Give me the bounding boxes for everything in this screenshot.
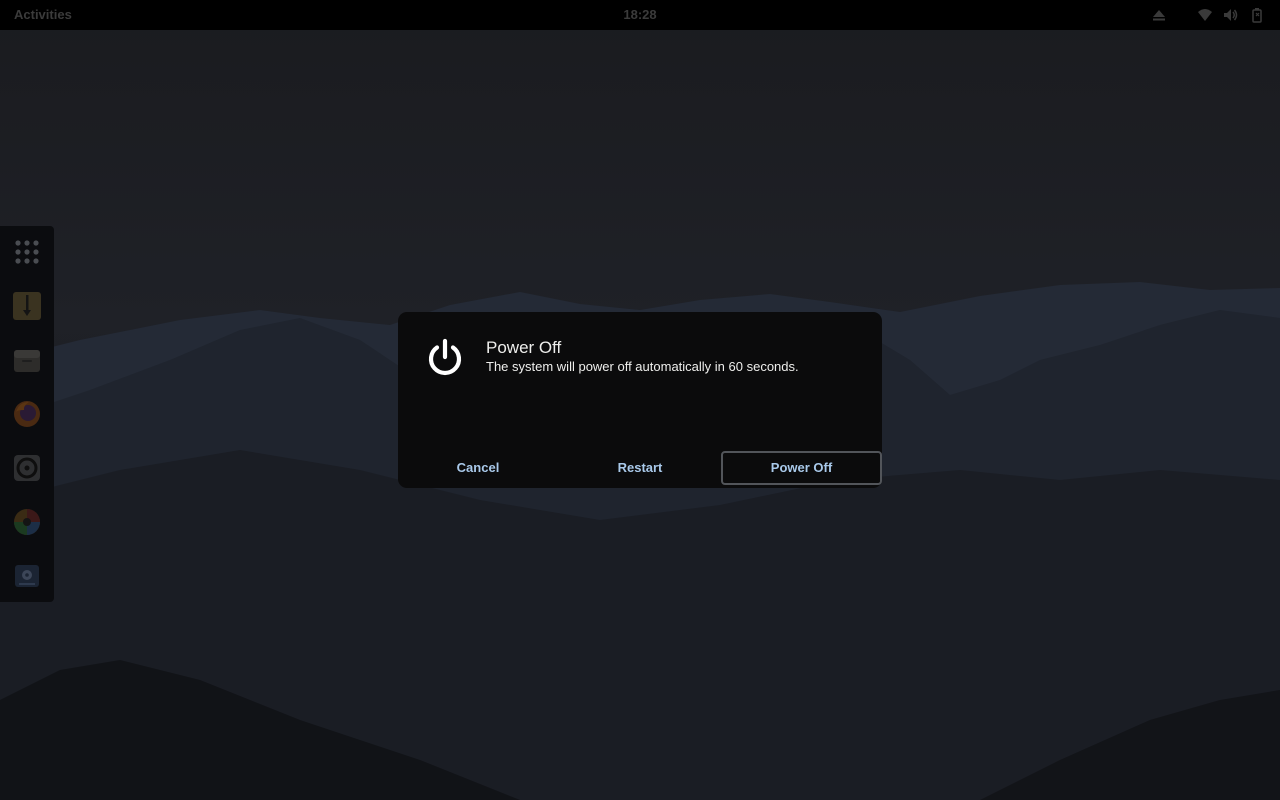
wifi-icon[interactable]: [1197, 7, 1213, 23]
rhythmbox-icon[interactable]: [11, 452, 43, 484]
dialog-message: The system will power off automatically …: [486, 359, 799, 374]
desktop: Activities 18:28 Power Off The system wi…: [0, 0, 1280, 800]
firefox-icon[interactable]: [11, 398, 43, 430]
dialog-title: Power Off: [486, 338, 562, 357]
power-off-dialog: Power Off The system will power off auto…: [398, 312, 882, 488]
power-icon: [428, 338, 462, 376]
volume-icon[interactable]: [1222, 7, 1238, 23]
color-wheel-icon[interactable]: [11, 506, 43, 538]
cancel-button[interactable]: Cancel: [398, 451, 558, 485]
restart-button[interactable]: Restart: [560, 451, 720, 485]
battery-icon[interactable]: [1249, 7, 1265, 23]
files-icon[interactable]: [11, 344, 43, 376]
clock[interactable]: 18:28: [0, 7, 1280, 22]
terminal-icon[interactable]: [11, 290, 43, 322]
dock: [0, 226, 54, 602]
disk-app-icon[interactable]: [11, 560, 43, 592]
eject-icon[interactable]: [1151, 7, 1167, 23]
power-off-button[interactable]: Power Off: [721, 451, 882, 485]
activities-button[interactable]: Activities: [14, 7, 72, 22]
top-bar: Activities 18:28: [0, 0, 1280, 30]
show-apps-icon[interactable]: [11, 236, 43, 268]
